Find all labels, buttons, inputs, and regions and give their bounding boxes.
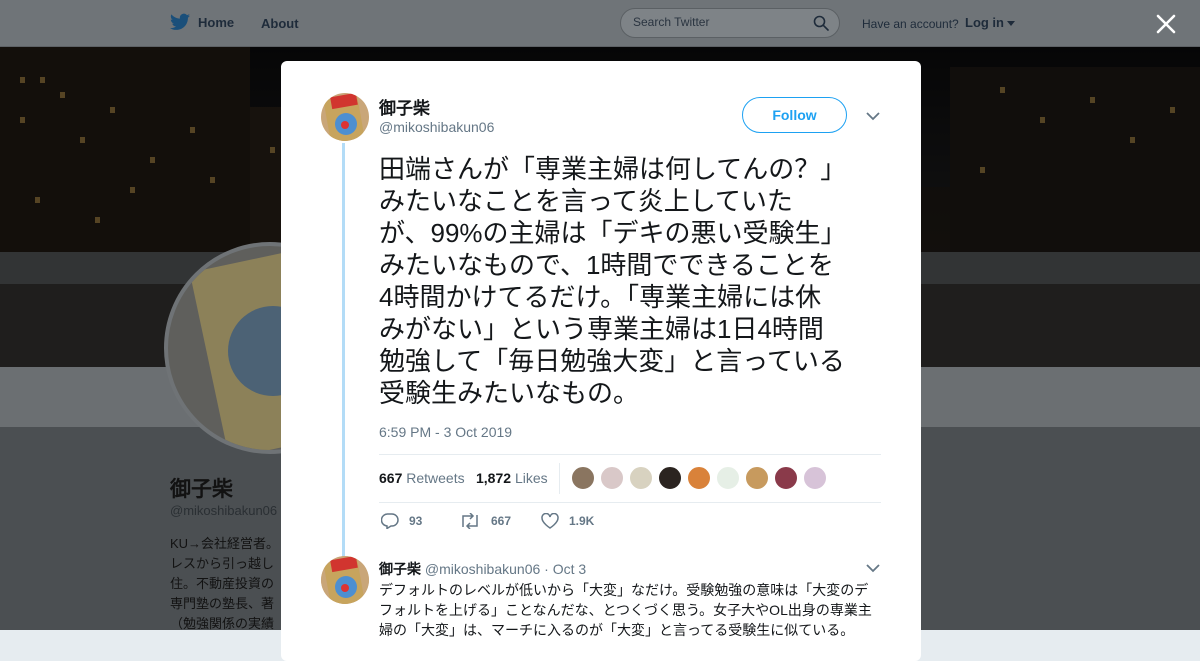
reply-date[interactable]: Oct 3 xyxy=(553,561,586,577)
top-navigation-bar: Home About Have an account? Log in xyxy=(0,0,1200,47)
reply-author-handle[interactable]: @mikoshibakun06 xyxy=(425,561,540,577)
liker-avatar[interactable] xyxy=(745,466,769,490)
caret-down-icon xyxy=(1007,21,1015,27)
home-label: Home xyxy=(198,14,235,30)
retweet-label: Retweets xyxy=(406,470,465,486)
retweet-stat[interactable]: 667 Retweets xyxy=(379,470,465,486)
reply-action[interactable]: 93 xyxy=(381,513,422,529)
bio-line: KU→会社経営者。 xyxy=(170,536,280,551)
liker-avatar[interactable] xyxy=(687,466,711,490)
retweet-action-count: 667 xyxy=(491,514,512,528)
like-action[interactable]: 1.9K xyxy=(541,513,594,529)
tweet-actions: 93 667 1.9K xyxy=(381,513,781,533)
tweet-stats: 667 Retweets 1,872 Likes xyxy=(379,454,881,503)
chevron-down-icon[interactable] xyxy=(866,111,880,121)
author-name[interactable]: 御子柴 xyxy=(379,94,430,119)
reply-count: 93 xyxy=(409,514,423,528)
author-handle[interactable]: @mikoshibakun06 xyxy=(379,119,494,135)
login-link[interactable]: Log in xyxy=(965,15,1015,30)
search-icon[interactable] xyxy=(813,15,829,31)
like-count: 1,872 xyxy=(476,470,512,486)
close-icon[interactable] xyxy=(1154,12,1178,36)
avatar[interactable] xyxy=(321,93,369,141)
liker-avatar[interactable] xyxy=(600,466,624,490)
retweet-count: 667 xyxy=(379,470,403,486)
tweet-text: 田端さんが「専業主婦は何してんの？」 みたいなことを言って炎上していた が、99… xyxy=(379,154,847,408)
like-stat[interactable]: 1,872 Likes xyxy=(476,470,548,486)
reply-icon xyxy=(381,513,399,529)
liker-avatar[interactable] xyxy=(803,466,827,490)
profile-handle: @mikoshibakun06 xyxy=(170,503,278,518)
tweet-timestamp[interactable]: 6:59 PM - 3 Oct 2019 xyxy=(379,424,512,440)
have-account-text: Have an account? xyxy=(862,17,959,31)
about-link[interactable]: About xyxy=(261,16,299,31)
bio-line: 専門塾の塾長、著 xyxy=(170,596,275,611)
bio-line: 住。不動産投資の xyxy=(170,576,275,591)
home-link[interactable]: Home xyxy=(170,13,234,31)
retweet-icon xyxy=(462,513,478,529)
reply-text: デフォルトのレベルが低いから「大変」なだけ。受験勉強の意味は「大変のデ フォルト… xyxy=(379,582,872,638)
reply-author-name[interactable]: 御子柴 xyxy=(379,561,421,577)
liker-avatar[interactable] xyxy=(571,466,595,490)
tweet-modal: 御子柴 @mikoshibakun06 Follow 田端さんが「専業主婦は何し… xyxy=(281,61,921,661)
profile-bio: KU→会社経営者。 レスから引っ越し 住。不動産投資の 専門塾の塾長、著 （勉強… xyxy=(170,534,285,634)
profile-name: 御子柴 xyxy=(170,478,233,501)
search-input[interactable] xyxy=(633,15,803,29)
retweet-action[interactable]: 667 xyxy=(459,513,511,529)
twitter-bird-icon xyxy=(170,13,190,30)
thread-line xyxy=(342,143,345,557)
like-label: Likes xyxy=(514,470,548,486)
reply-separator: · xyxy=(544,561,549,577)
liker-avatar[interactable] xyxy=(774,466,798,490)
liker-avatar[interactable] xyxy=(716,466,740,490)
follow-button[interactable]: Follow xyxy=(742,97,847,133)
reply-avatar[interactable] xyxy=(321,556,369,604)
bio-line: レスから引っ越し xyxy=(170,556,275,571)
heart-icon xyxy=(541,513,559,529)
divider xyxy=(559,463,560,494)
liker-avatars xyxy=(571,466,827,490)
login-label: Log in xyxy=(965,15,1004,30)
bio-line: （勉強関係の実績 xyxy=(170,616,275,631)
liker-avatar[interactable] xyxy=(658,466,682,490)
liker-avatar[interactable] xyxy=(629,466,653,490)
like-action-count: 1.9K xyxy=(569,514,595,528)
reply-chevron-down-icon[interactable] xyxy=(866,563,880,573)
search-box[interactable] xyxy=(620,8,840,38)
reply-header: 御子柴 @mikoshibakun06 · Oct 3 xyxy=(379,559,586,579)
